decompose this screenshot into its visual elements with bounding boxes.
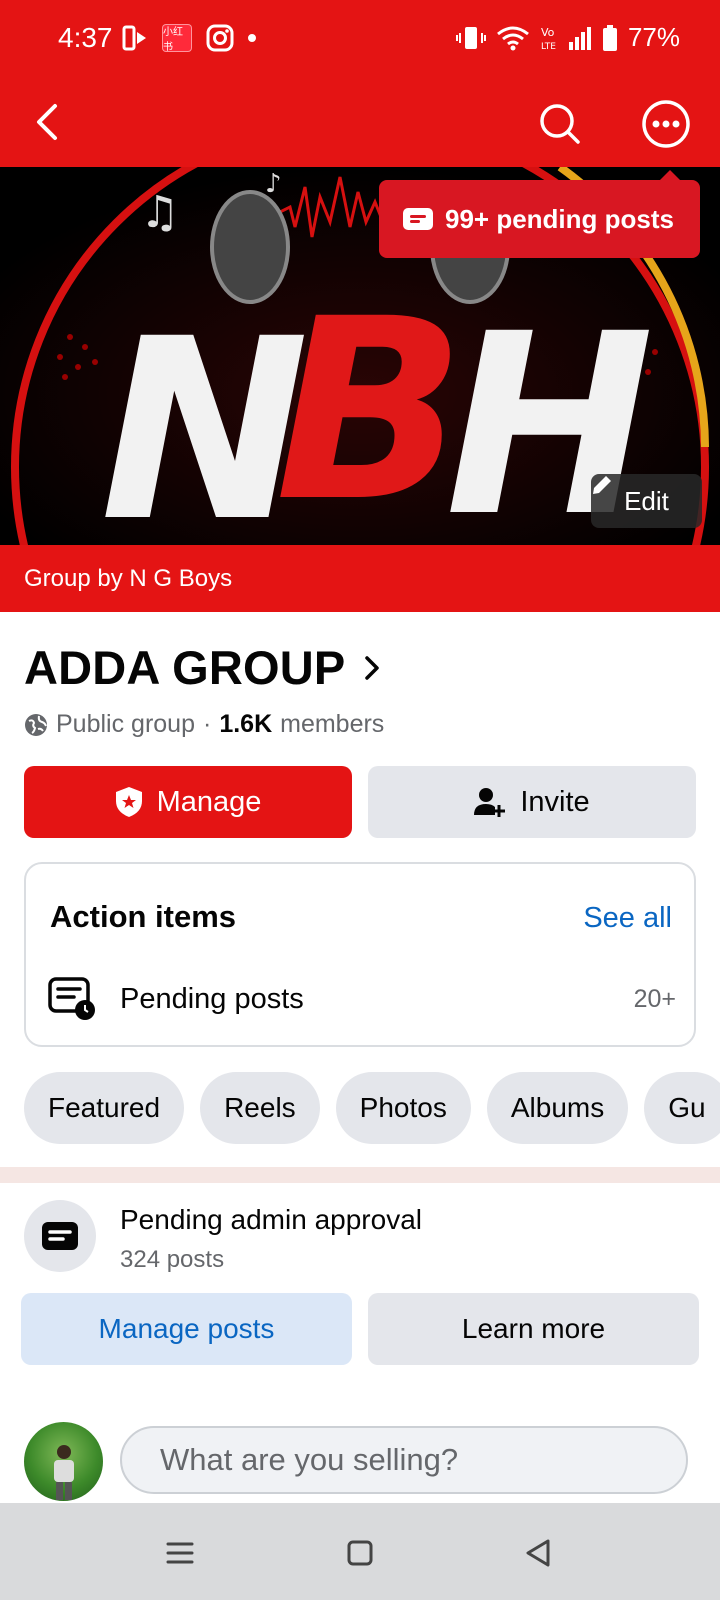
- post-icon: [42, 1222, 78, 1250]
- svg-text:♪: ♪: [265, 169, 282, 199]
- approval-subtitle: 324 posts: [120, 1246, 225, 1273]
- instagram-icon: [206, 24, 234, 52]
- status-time: 4:37: [58, 22, 113, 53]
- learn-more-label: Learn more: [461, 1313, 606, 1344]
- group-tabs: Featured Reels Photos Albums Gu: [24, 1072, 720, 1144]
- manage-label: Manage: [156, 785, 262, 818]
- search-button[interactable]: [536, 100, 584, 148]
- pending-posts-label: Pending posts: [120, 982, 304, 1015]
- search-icon: [540, 104, 580, 144]
- more-horizontal-icon: [642, 100, 690, 148]
- group-title: ADDA GROUP: [24, 641, 346, 694]
- section-divider: [0, 1167, 720, 1183]
- top-app-bar: 4:37 小红书 Vo LTE 77%: [0, 0, 720, 167]
- sell-input[interactable]: What are you selling?: [120, 1426, 688, 1494]
- group-cover-photo[interactable]: ♫ ♪ N B H 99+ pending posts Edit: [0, 167, 720, 545]
- invite-label: Invite: [520, 785, 590, 818]
- pending-posts-row[interactable]: Pending posts 20+: [48, 974, 676, 1024]
- battery-percent: 77%: [627, 22, 680, 52]
- pending-posts-count: 20+: [633, 984, 676, 1013]
- svg-text:♫: ♫: [140, 187, 179, 238]
- svg-text:B: B: [275, 265, 466, 545]
- globe-icon: [25, 713, 47, 736]
- system-navigation-bar: [0, 1503, 720, 1600]
- avatar[interactable]: [24, 1422, 103, 1501]
- manage-posts-label: Manage posts: [98, 1313, 275, 1344]
- menu-lines-icon: [166, 1542, 194, 1564]
- signal-icon: [568, 26, 591, 50]
- recent-apps-button[interactable]: [158, 1531, 202, 1575]
- learn-more-button[interactable]: Learn more: [368, 1293, 699, 1365]
- home-button[interactable]: [338, 1531, 382, 1575]
- pending-posts-tooltip[interactable]: 99+ pending posts: [379, 170, 700, 258]
- action-items-title: Action items: [50, 899, 237, 934]
- chip-guides[interactable]: Gu: [644, 1072, 720, 1144]
- meta-separator: ·: [202, 710, 212, 738]
- chip-featured[interactable]: Featured: [24, 1072, 185, 1144]
- composer: What are you selling?: [24, 1422, 696, 1502]
- volte-icon: Vo LTE: [541, 26, 556, 52]
- group-by-text: Group by N G Boys: [24, 564, 233, 592]
- group-title-row[interactable]: ADDA GROUP: [24, 640, 381, 695]
- chip-photos[interactable]: Photos: [335, 1072, 471, 1144]
- chip-reels[interactable]: Reels: [200, 1072, 320, 1144]
- system-back-button[interactable]: [516, 1531, 560, 1575]
- back-button[interactable]: [26, 100, 70, 144]
- chip-albums[interactable]: Albums: [486, 1072, 629, 1144]
- chevron-right-icon: [365, 655, 380, 680]
- wifi-icon: [497, 26, 529, 50]
- edit-label: Edit: [624, 485, 669, 516]
- manage-posts-button[interactable]: Manage posts: [21, 1293, 352, 1365]
- status-left-icons: 小红书: [122, 24, 256, 53]
- home-square-icon: [347, 1540, 373, 1566]
- add-person-icon: [474, 788, 506, 817]
- invite-button[interactable]: Invite: [368, 766, 696, 838]
- svg-text:Vo: Vo: [541, 26, 555, 39]
- pencil-icon: [593, 476, 611, 494]
- status-right-icons: Vo LTE 77%: [455, 22, 680, 53]
- pending-tooltip-text: 99+ pending posts: [445, 203, 674, 234]
- admin-shield-icon: [115, 787, 142, 817]
- post-icon: [403, 208, 433, 230]
- notification-dot-icon: [248, 34, 256, 42]
- members-label: members: [280, 710, 385, 738]
- manage-button[interactable]: Manage: [24, 766, 352, 838]
- sell-placeholder: What are you selling?: [160, 1442, 459, 1477]
- svg-text:LTE: LTE: [541, 42, 556, 52]
- approval-title: Pending admin approval: [120, 1204, 422, 1235]
- status-bar: 4:37 小红书 Vo LTE 77%: [0, 0, 720, 80]
- media-cast-icon: [122, 25, 146, 51]
- members-count: 1.6K: [219, 710, 273, 738]
- vibrate-icon: [455, 26, 486, 49]
- action-items-card: Action items See all Pending posts 20+: [24, 862, 696, 1047]
- pending-approval-section: Pending admin approval 324 posts: [24, 1200, 696, 1273]
- group-by-banner: Group by N G Boys: [0, 545, 720, 612]
- pending-posts-clock-icon: [48, 977, 95, 1020]
- more-options-button[interactable]: [640, 98, 692, 150]
- group-meta: Public group · 1.6K members: [24, 710, 384, 739]
- privacy-label: Public group: [56, 710, 195, 738]
- edit-cover-button[interactable]: Edit: [591, 474, 702, 528]
- see-all-link[interactable]: See all: [583, 902, 672, 935]
- back-triangle-icon: [526, 1539, 550, 1567]
- battery-icon: [602, 24, 617, 51]
- person-figure: [54, 1445, 74, 1500]
- chevron-left-icon: [37, 104, 57, 140]
- approval-icon-circle: [24, 1200, 96, 1272]
- xiaohongshu-icon: 小红书: [162, 24, 192, 53]
